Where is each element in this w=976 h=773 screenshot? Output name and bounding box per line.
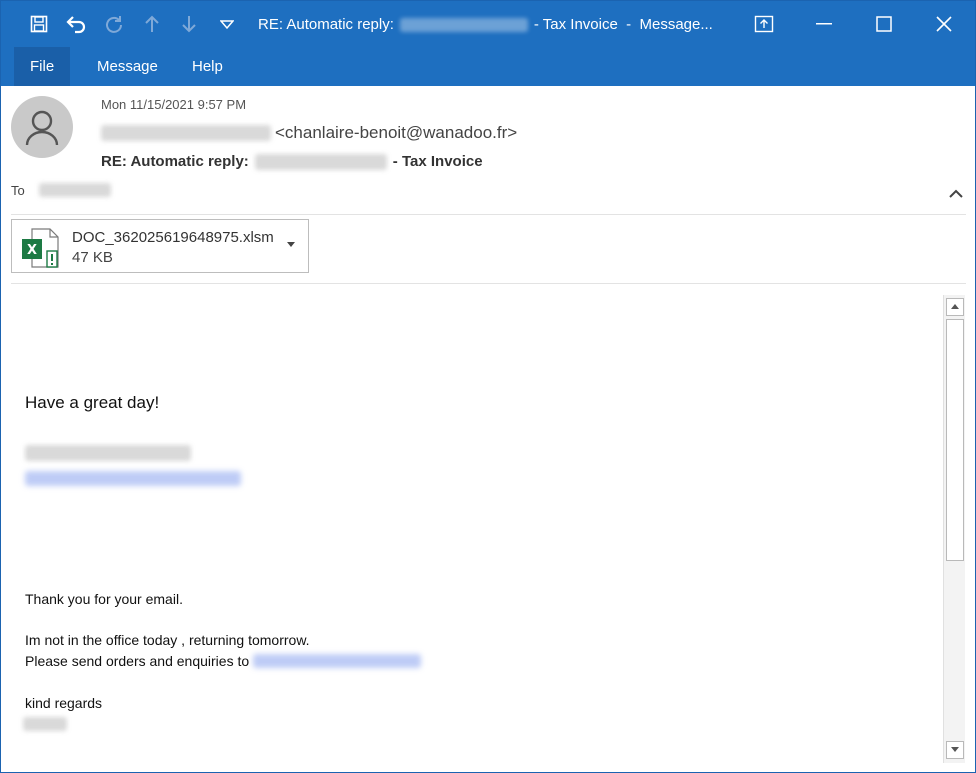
save-icon[interactable] <box>26 11 52 37</box>
tab-file[interactable]: File <box>14 47 71 86</box>
body-line-thanks: Thank you for your email. <box>25 591 183 607</box>
body-scrollbar[interactable] <box>943 295 965 763</box>
next-item-icon <box>176 11 202 37</box>
redacted-subject-name <box>254 153 387 170</box>
body-line-regards: kind regards <box>25 695 103 711</box>
greeting: Have a great day! <box>25 393 160 412</box>
collapse-header-button[interactable] <box>945 185 967 203</box>
chevron-up-icon <box>949 189 963 198</box>
redacted-recipient[interactable] <box>39 183 111 197</box>
message-body: Have a great day! Thank you for your ema… <box>11 293 941 763</box>
scroll-up-button[interactable] <box>946 298 964 316</box>
redacted-signature-name <box>25 445 191 461</box>
redacted-signature-link[interactable] <box>25 471 241 486</box>
sent-date: Mon 11/15/2021 9:57 PM <box>101 97 247 112</box>
svg-text:X: X <box>27 243 37 258</box>
orders-text: Please send orders and enquiries to <box>25 653 250 669</box>
customize-toolbar-icon[interactable] <box>214 11 240 37</box>
person-icon <box>25 110 59 146</box>
caret-up-icon <box>951 304 959 309</box>
message-window: RE: Automatic reply: - Tax Invoice - Mes… <box>0 0 976 773</box>
caret-down-icon <box>951 747 959 752</box>
redacted-sender-name <box>101 125 271 141</box>
title-prefix: RE: Automatic reply: <box>258 16 394 33</box>
ribbon-display-options-icon[interactable] <box>734 1 794 47</box>
close-icon[interactable] <box>914 1 974 47</box>
avatar <box>11 96 73 158</box>
excel-macro-icon: X <box>20 227 64 268</box>
undo-icon[interactable] <box>63 11 89 37</box>
subject-prefix: RE: Automatic reply: <box>101 153 249 170</box>
minimize-icon[interactable] <box>794 1 854 47</box>
sender: <chanlaire-benoit@wanadoo.fr> <box>101 123 517 143</box>
attachment-card[interactable]: X DOC_362025619648975.xlsm 47 KB <box>11 219 309 273</box>
redacted-orders-email[interactable] <box>253 654 422 668</box>
attachment-dropdown[interactable] <box>284 238 298 252</box>
ribbon-tabs: File Message Help <box>1 47 975 86</box>
body-line-out-of-office: Im not in the office today , returning t… <box>25 632 310 648</box>
window-title: RE: Automatic reply: - Tax Invoice - Mes… <box>258 15 713 35</box>
sender-email[interactable]: <chanlaire-benoit@wanadoo.fr> <box>275 123 517 143</box>
body-line-orders: Please send orders and enquiries to <box>25 653 422 669</box>
redacted-title-name <box>399 18 528 32</box>
to-label: To <box>11 183 25 198</box>
attachment-name: DOC_362025619648975.xlsm <box>72 229 274 246</box>
attachment-divider <box>11 283 966 284</box>
scroll-thumb[interactable] <box>946 319 964 561</box>
subject-suffix: - Tax Invoice <box>392 153 483 170</box>
maximize-icon[interactable] <box>854 1 914 47</box>
title-bar: RE: Automatic reply: - Tax Invoice - Mes… <box>1 1 975 47</box>
redacted-sign-off <box>23 717 67 731</box>
header-divider <box>11 214 966 215</box>
previous-item-icon <box>139 11 165 37</box>
scroll-down-button[interactable] <box>946 741 964 759</box>
title-suffix: - Tax Invoice - Message... <box>533 16 713 33</box>
message-subject: RE: Automatic reply: - Tax Invoice <box>101 153 483 170</box>
tab-help[interactable]: Help <box>176 47 239 86</box>
redo-icon <box>101 11 127 37</box>
attachment-size: 47 KB <box>72 249 113 266</box>
caret-down-icon <box>287 242 295 247</box>
tab-message[interactable]: Message <box>81 47 174 86</box>
